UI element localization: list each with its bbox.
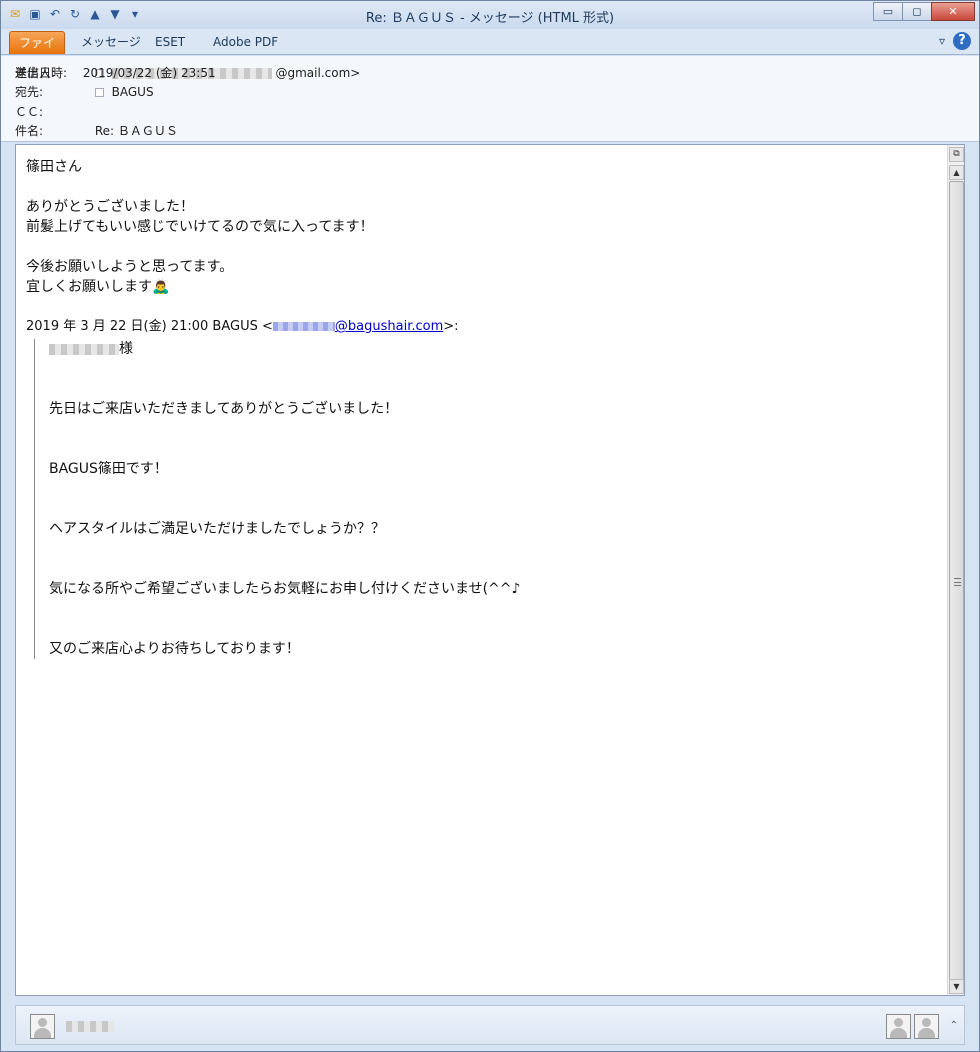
contact-avatar[interactable]: [914, 1014, 939, 1039]
tab-adobe-pdf[interactable]: Adobe PDF: [205, 31, 286, 54]
sent-value: 2019/03/22 (金) 23:51: [82, 66, 216, 80]
quote-line: ヘアスタイルはご満足いただけましたでしょうか？？: [49, 521, 385, 537]
cc-label: ＣＣ:: [15, 105, 44, 119]
scroll-up-button[interactable]: ▲: [949, 165, 964, 180]
body-line: ありがとうございました！: [26, 199, 194, 215]
sent-label: 送信日時:: [15, 66, 68, 80]
body-line: 前髪上げてもいい感じでいけてるので気に入ってます！: [26, 219, 374, 235]
view-options-icon[interactable]: ⧉: [949, 147, 964, 162]
window-title: Re: ＢＡＧＵＳ - メッセージ (HTML 形式): [365, 11, 615, 26]
ribbon-controls: ▿ ?: [939, 32, 971, 50]
redacted-recipient-name: [49, 343, 119, 355]
mail-window: ✉ ▣ ↶ ↻ ▲ ▼ ▾ Re: ＢＡＧＵＳ - メッセージ (HTML 形式…: [0, 0, 980, 1052]
expand-ribbon-icon[interactable]: ▿: [939, 34, 945, 48]
quote-line: 又のご来店心よりお待ちしております！: [49, 641, 300, 657]
window-controls: ▭ ◻ ✕: [873, 2, 975, 21]
quoted-message: 様 先日はご来店いただきましてありがとうございました！ BAGUS篠田です！ ヘ…: [34, 339, 936, 659]
subject-row: 件名: Re: ＢＡＧＵＳ: [15, 122, 178, 139]
close-button[interactable]: ✕: [931, 2, 975, 21]
title-bar: ✉ ▣ ↶ ↻ ▲ ▼ ▾ Re: ＢＡＧＵＳ - メッセージ (HTML 形式…: [1, 1, 979, 29]
message-content: 篠田さん ありがとうございました！ 前髪上げてもいい感じでいけてるので気に入って…: [26, 157, 936, 659]
sent-row: 送信日時: 2019/03/22 (金) 23:51: [15, 64, 965, 81]
message-header: 差出人: @gmail.com> 宛先: BAGUS ＣＣ: 件名: Re: Ｂ…: [1, 56, 979, 142]
quote-line: 先日はご来店いただきましてありがとうございました！: [49, 401, 399, 417]
collapse-pane-icon[interactable]: ⌃: [950, 1020, 958, 1031]
cc-row: ＣＣ:: [15, 103, 91, 120]
tab-message[interactable]: メッセージ: [73, 31, 149, 54]
quote-header-suffix: >:: [443, 319, 459, 334]
quote-header-prefix: 2019 年 3 月 22 日(金) 21:00 BAGUS <: [26, 319, 273, 334]
quote-header: 2019 年 3 月 22 日(金) 21:00 BAGUS < @bagusha…: [26, 317, 936, 337]
quote-salutation: 様: [49, 339, 936, 359]
vertical-scrollbar[interactable]: ⧉ ▲ ▼: [947, 145, 964, 995]
to-value[interactable]: BAGUS: [112, 85, 154, 99]
contact-avatar[interactable]: [886, 1014, 911, 1039]
message-body[interactable]: 篠田さん ありがとうございました！ 前髪上げてもいい感じでいけてるので気に入って…: [15, 144, 965, 996]
help-icon[interactable]: ?: [953, 32, 971, 50]
maximize-button[interactable]: ◻: [902, 2, 932, 21]
subject-value: Re: ＢＡＧＵＳ: [94, 124, 178, 138]
body-line: 宜しくお願いします🙇‍♂️: [26, 279, 170, 295]
tab-eset[interactable]: ESET: [147, 31, 193, 54]
contact-status-icon: [94, 88, 104, 97]
redacted-contact-name: [66, 1021, 114, 1032]
minimize-button[interactable]: ▭: [873, 2, 903, 21]
scroll-thumb[interactable]: [949, 181, 964, 981]
to-row: 宛先: BAGUS: [15, 83, 154, 100]
redacted-email-user: [272, 322, 335, 331]
people-pane: ⌃: [15, 1005, 965, 1045]
subject-label: 件名:: [15, 124, 44, 138]
quote-email-link[interactable]: @bagushair.com: [272, 319, 443, 334]
body-line: 今後お願いしようと思ってます。: [26, 259, 234, 275]
quote-line: BAGUS篠田です！: [49, 461, 168, 477]
grip-icon: [954, 578, 961, 586]
quote-line: 気になる所やご希望ございましたらお気軽にお申し付けくださいませ(^^♪: [49, 581, 521, 597]
scroll-down-button[interactable]: ▼: [949, 979, 964, 994]
avatar[interactable]: [30, 1014, 55, 1039]
greeting: 篠田さん: [26, 159, 82, 175]
ribbon-tabs: ファイル メッセージ ESET Adobe PDF ▿ ?: [1, 29, 979, 72]
to-label: 宛先:: [15, 85, 44, 99]
tab-file[interactable]: ファイル: [9, 31, 65, 72]
